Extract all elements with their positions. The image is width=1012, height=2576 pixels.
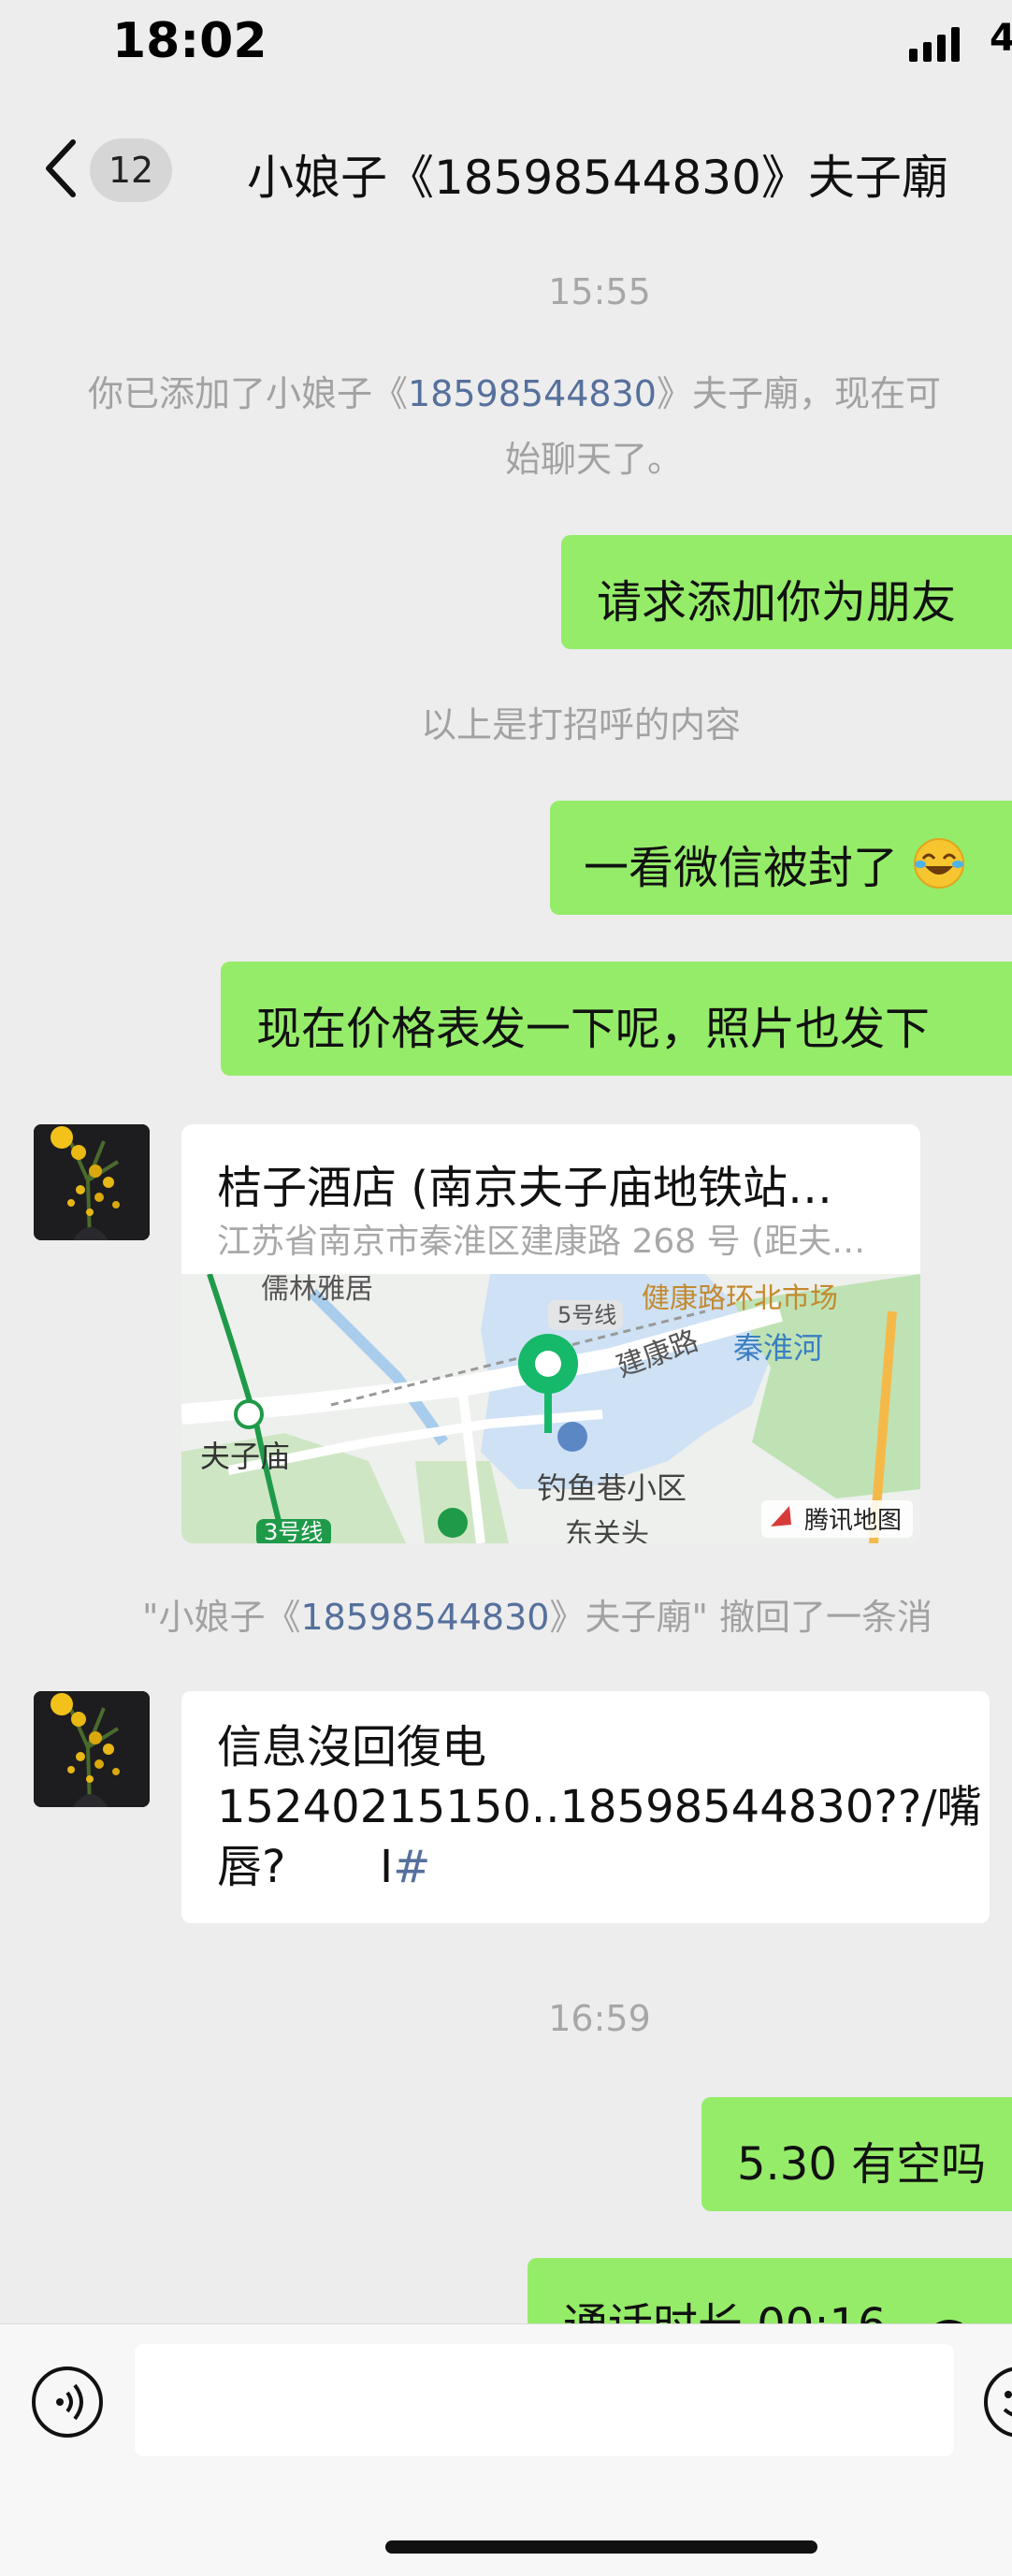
notice-text: 你已添加了小娘子《 [88, 373, 409, 414]
message-text-part: 唇? [217, 1841, 286, 1893]
map-label: 3号线 [264, 1519, 323, 1543]
timestamp: 15:55 [548, 271, 651, 312]
notice-text: 》夫子廟，现在可 [656, 373, 941, 414]
message-bubble-out[interactable]: 请求添加你为朋友 [561, 535, 1012, 649]
message-bubble-in[interactable]: 信息沒回復电 15240215150..18598544830??/嘴 唇? I… [181, 1691, 990, 1923]
avatar[interactable] [34, 1124, 150, 1240]
status-time: 18:02 [112, 13, 267, 69]
greeting-note: 以上是打招呼的内容 [421, 704, 742, 745]
map-label: 秦淮河 [733, 1330, 823, 1366]
message-text: 唇? I# [217, 1837, 971, 1897]
message-input[interactable] [135, 2344, 954, 2456]
message-bubble-out[interactable]: 5.30 有空吗 [701, 2097, 1012, 2211]
emoji-icon[interactable] [982, 2365, 1012, 2439]
message-bubble-out[interactable]: 一看微信被封了 [550, 801, 1012, 915]
map-label: 钓鱼巷小区 [537, 1470, 687, 1506]
location-card[interactable]: 桔子酒店 (南京夫子庙地铁站… 江苏省南京市秦淮区建康路 268 号 (距夫… … [181, 1124, 920, 1543]
network-label: 4G [990, 17, 1012, 60]
map-label: 儒林雅居 [261, 1274, 373, 1306]
unread-badge[interactable]: 12 [90, 138, 172, 202]
timestamp: 16:59 [548, 1998, 651, 2039]
location-title: 桔子酒店 (南京夫子庙地铁站… [217, 1162, 832, 1214]
hashtag-link[interactable]: # [393, 1841, 430, 1893]
home-indicator [385, 2540, 817, 2554]
map-watermark: 腾讯地图 [804, 1507, 902, 1535]
map-preview: 儒林雅居 5号线 健康路环北市场 建康路 秦淮河 夫子庙 钓鱼巷小区 3号线 东… [181, 1274, 920, 1543]
avatar[interactable] [34, 1691, 150, 1807]
system-notice-added-line2: 始聊天了。 [505, 439, 684, 480]
message-text: 信息沒回復电 [217, 1721, 487, 1773]
voice-icon[interactable] [30, 2365, 105, 2439]
chevron-left-icon[interactable] [28, 131, 94, 206]
message-bubble-out[interactable]: 现在价格表发一下呢，照片也发下 [221, 962, 1012, 1076]
chat-title: 小娘子《18598544830》夫子廟 [247, 151, 948, 205]
location-address: 江苏省南京市秦淮区建康路 268 号 (距夫… [217, 1223, 866, 1261]
system-notice-added: 你已添加了小娘子《18598544830》夫子廟，现在可 [88, 365, 941, 416]
message-text: 一看微信被封了 [584, 842, 899, 894]
flower-avatar-image [34, 1691, 150, 1807]
phone-link[interactable]: 18598544830 [408, 373, 657, 414]
map-label: 东关头 [565, 1518, 649, 1543]
notice-text: 》夫子廟" 撤回了一条消 [549, 1597, 932, 1638]
message-text-part: I [380, 1841, 394, 1893]
map-label: 5号线 [557, 1302, 616, 1328]
map-label: 夫子庙 [200, 1439, 290, 1474]
message-text: 15240215150..18598544830??/嘴 [217, 1781, 982, 1833]
flower-avatar-image [34, 1124, 150, 1240]
system-notice-recall: "小娘子《18598544830》夫子廟" 撤回了一条消 [142, 1588, 932, 1640]
map-label: 健康路环北市场 [642, 1282, 838, 1315]
laughing-crying-emoji-icon [914, 838, 965, 889]
phone-link[interactable]: 18598544830 [300, 1597, 549, 1638]
notice-text: "小娘子《 [142, 1597, 301, 1638]
